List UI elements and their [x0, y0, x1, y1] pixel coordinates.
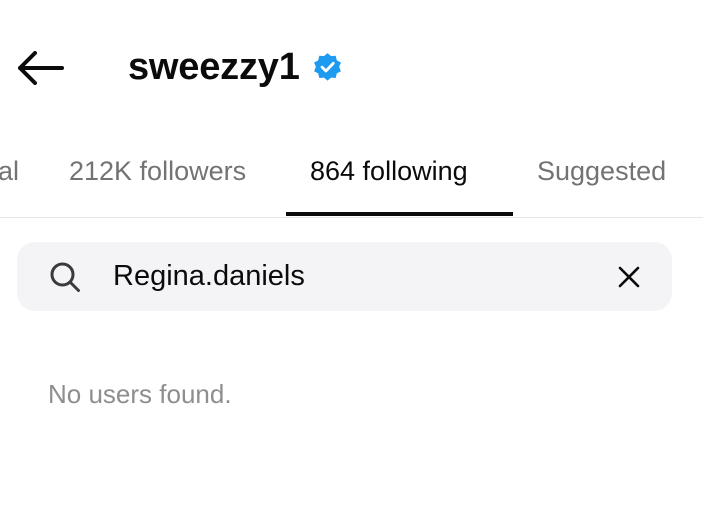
tab-following[interactable]: 864 following: [310, 140, 468, 202]
search-icon: [47, 259, 83, 295]
search-input[interactable]: [113, 254, 593, 299]
active-tab-indicator: [286, 212, 513, 216]
back-button[interactable]: [14, 45, 66, 91]
following-page: sweezzy1 al 212K followers 864 following…: [0, 0, 703, 519]
tab-followers[interactable]: 212K followers: [69, 140, 246, 202]
header: sweezzy1: [0, 0, 703, 130]
tab-suggested[interactable]: Suggested: [537, 140, 666, 202]
arrow-left-icon: [18, 51, 64, 85]
close-icon: [618, 266, 640, 288]
tab-mutual[interactable]: al: [0, 140, 19, 202]
tabs-divider: [0, 217, 703, 218]
search-bar[interactable]: [17, 242, 672, 311]
verified-badge-icon: [313, 52, 341, 81]
profile-title-group: sweezzy1: [128, 42, 343, 92]
clear-search-button[interactable]: [611, 259, 647, 295]
profile-username: sweezzy1: [128, 45, 300, 88]
empty-state-message: No users found.: [48, 379, 232, 409]
tab-bar: al 212K followers 864 following Suggeste…: [0, 140, 703, 218]
